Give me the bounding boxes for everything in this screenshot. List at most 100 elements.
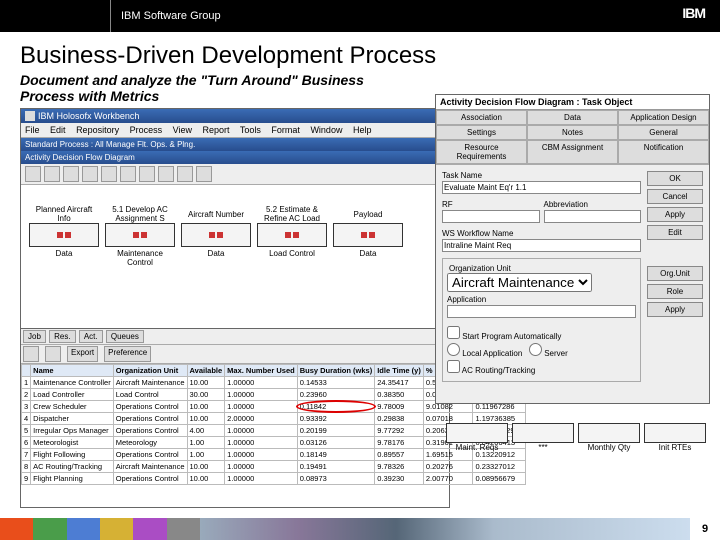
menu-tools[interactable]: Tools: [240, 125, 261, 135]
rf-label: RF: [442, 200, 540, 209]
props-tab[interactable]: Notes: [527, 125, 618, 140]
app-icon: [25, 111, 35, 121]
menu-file[interactable]: File: [25, 125, 40, 135]
mini-node: Init RTEs: [644, 423, 706, 452]
tool-btn[interactable]: [158, 166, 174, 182]
tool-btn[interactable]: [120, 166, 136, 182]
server-label: Server: [544, 349, 568, 358]
preference-button[interactable]: Preference: [104, 346, 151, 362]
tool-btn[interactable]: [139, 166, 155, 182]
diagram-node[interactable]: Planned Aircraft InfoData: [29, 205, 99, 305]
workflow-input[interactable]: [442, 239, 641, 252]
mini-node: ***: [512, 423, 574, 452]
col-header[interactable]: Busy Duration (wks): [297, 365, 375, 377]
tool-icon[interactable]: [23, 346, 39, 362]
workflow-label: WS Workflow Name: [442, 229, 641, 238]
props-tab[interactable]: Association: [436, 110, 527, 125]
mini-node: Maint. Reqs: [446, 423, 508, 452]
tool-btn[interactable]: [177, 166, 193, 182]
props-tab[interactable]: Data: [527, 110, 618, 125]
footer: 9: [0, 518, 720, 540]
export-button[interactable]: Export: [67, 346, 98, 362]
subwindow-title-2: Activity Decision Flow Diagram: [21, 151, 449, 164]
menu-view[interactable]: View: [173, 125, 192, 135]
mini-diagram: Maint. Reqs***Monthly QtyInit RTEs: [446, 402, 706, 472]
menu-help[interactable]: Help: [353, 125, 372, 135]
tab-queues[interactable]: Queues: [106, 330, 144, 343]
tab-act[interactable]: Act.: [79, 330, 103, 343]
toolbar: [21, 164, 449, 185]
workbench-title: IBM Holosofx Workbench: [38, 111, 139, 121]
tool-btn[interactable]: [82, 166, 98, 182]
props-tab[interactable]: General: [618, 125, 709, 140]
tool-btn[interactable]: [44, 166, 60, 182]
table-row[interactable]: 9Flight PlanningOperations Control10.001…: [22, 473, 526, 485]
tool-btn[interactable]: [196, 166, 212, 182]
col-header[interactable]: Name: [31, 365, 114, 377]
tool-btn[interactable]: [63, 166, 79, 182]
ok-button[interactable]: OK: [647, 171, 703, 186]
taskname-label: Task Name: [442, 171, 641, 180]
start-auto-checkbox[interactable]: [447, 326, 460, 339]
metrics-table-window: Job Res. Act. Queues Export Preference N…: [20, 328, 450, 508]
diagram-canvas[interactable]: Planned Aircraft InfoData5.1 Develop AC …: [21, 185, 449, 325]
col-header[interactable]: [22, 365, 31, 377]
menu-window[interactable]: Window: [310, 125, 342, 135]
menu-repository[interactable]: Repository: [76, 125, 119, 135]
taskname-input[interactable]: [442, 181, 641, 194]
tool-btn[interactable]: [25, 166, 41, 182]
props-tab[interactable]: Settings: [436, 125, 527, 140]
properties-panel: Activity Decision Flow Diagram : Task Ob…: [435, 94, 710, 404]
footer-image: [200, 518, 690, 540]
diagram-node[interactable]: 5.1 Develop AC Assignment SMaintenance C…: [105, 205, 175, 305]
menu-report[interactable]: Report: [203, 125, 230, 135]
menu-format[interactable]: Format: [271, 125, 300, 135]
local-radio[interactable]: [447, 343, 460, 356]
props-tab[interactable]: Resource Requirements: [436, 140, 527, 164]
abbrev-label: Abbreviation: [544, 200, 642, 209]
apply-button[interactable]: Apply: [647, 207, 703, 222]
col-header[interactable]: Max. Number Used: [225, 365, 298, 377]
apply2-button[interactable]: Apply: [647, 302, 703, 317]
col-header[interactable]: Available: [187, 365, 225, 377]
slide-subtitle: Document and analyze the "Turn Around" B…: [0, 72, 430, 108]
app-input[interactable]: [447, 305, 636, 318]
diagram-node[interactable]: Aircraft NumberData: [181, 205, 251, 305]
col-header[interactable]: Idle Time (y): [375, 365, 424, 377]
table-tabs[interactable]: Job Res. Act. Queues: [21, 329, 449, 345]
app-label: Application: [447, 295, 636, 304]
slide-title: Business-Driven Development Process: [0, 32, 720, 72]
header-group: IBM Software Group: [121, 10, 221, 22]
col-header[interactable]: Organization Unit: [113, 365, 187, 377]
diagram-node[interactable]: 5.2 Estimate & Refine AC LoadLoad Contro…: [257, 205, 327, 305]
cancel-button[interactable]: Cancel: [647, 189, 703, 204]
menu-edit[interactable]: Edit: [50, 125, 66, 135]
routing-checkbox[interactable]: [447, 360, 460, 373]
tab-res[interactable]: Res.: [49, 330, 75, 343]
props-tab[interactable]: CBM Assignment: [527, 140, 618, 164]
table-tools: Export Preference: [21, 345, 449, 364]
menubar[interactable]: File Edit Repository Process View Report…: [21, 123, 449, 138]
orgunit-button[interactable]: Org.Unit: [647, 266, 703, 281]
rf-input[interactable]: [442, 210, 540, 223]
props-tab[interactable]: Notification: [618, 140, 709, 164]
server-radio[interactable]: [529, 343, 542, 356]
tool-icon[interactable]: [45, 346, 61, 362]
header-bar: IBM Software Group IBM: [0, 0, 720, 32]
edit-button[interactable]: Edit: [647, 225, 703, 240]
props-tab[interactable]: Application Design: [618, 110, 709, 125]
local-label: Local Application: [462, 349, 522, 358]
header-divider: [110, 0, 111, 32]
props-tabs[interactable]: AssociationDataApplication Design Setting…: [436, 110, 709, 165]
orgunit-select[interactable]: Aircraft Maintenance: [447, 273, 592, 292]
role-button[interactable]: Role: [647, 284, 703, 299]
props-title: Activity Decision Flow Diagram : Task Ob…: [436, 95, 709, 110]
tab-job[interactable]: Job: [23, 330, 46, 343]
tool-btn[interactable]: [101, 166, 117, 182]
workbench-titlebar[interactable]: IBM Holosofx Workbench: [21, 109, 449, 123]
footer-colors: [0, 518, 200, 540]
diagram-node[interactable]: PayloadData: [333, 205, 403, 305]
routing-label: AC Routing/Tracking: [462, 366, 536, 375]
menu-process[interactable]: Process: [130, 125, 163, 135]
abbrev-input[interactable]: [544, 210, 642, 223]
